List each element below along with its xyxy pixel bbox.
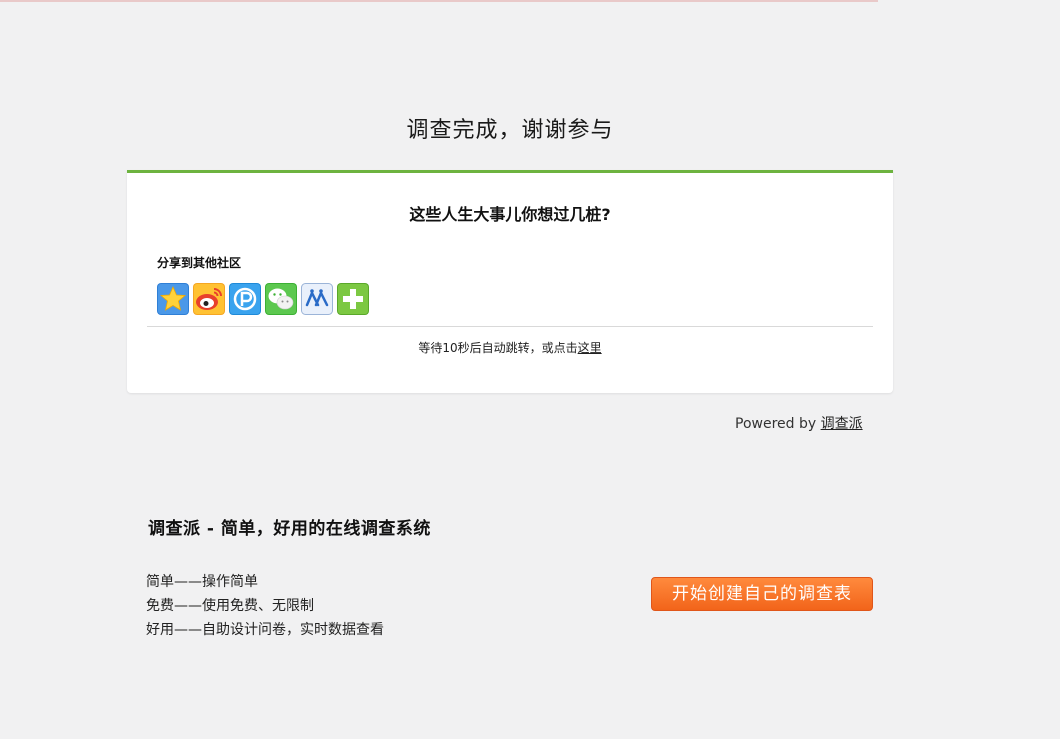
share-label: 分享到其他社区: [157, 256, 242, 270]
survey-title: 这些人生大事儿你想过几桩?: [409, 205, 611, 224]
weibo-icon[interactable]: [193, 283, 225, 315]
powered-by-text: Powered by: [735, 416, 821, 432]
wechat-icon[interactable]: [265, 283, 297, 315]
card-divider: [147, 326, 873, 327]
promo-title: 调查派 - 简单，好用的在线调查系统: [148, 519, 431, 539]
feature-list: 简单——操作简单 免费——使用免费、无限制 好用——自助设计问卷，实时数据查看: [146, 570, 384, 642]
powered-by: Powered by 调查派: [735, 413, 863, 433]
result-card: 这些人生大事儿你想过几桩? 分享到其他社区 等待10秒后自动跳转，或点击这里: [127, 170, 893, 393]
feature-item-useful: 好用——自助设计问卷，实时数据查看: [146, 622, 384, 638]
redirect-text: 等待10秒后自动跳转，或点击: [418, 341, 578, 355]
qzone-icon[interactable]: [157, 283, 189, 315]
feature-item-simple: 简单——操作简单: [146, 574, 258, 590]
pengyou-icon[interactable]: [229, 283, 261, 315]
top-border-line: [0, 0, 878, 2]
redirect-link[interactable]: 这里: [578, 341, 602, 355]
more-share-icon[interactable]: [337, 283, 369, 315]
renren-icon[interactable]: [301, 283, 333, 315]
page-title: 调查完成，谢谢参与: [406, 118, 614, 143]
redirect-notice: 等待10秒后自动跳转，或点击这里: [127, 339, 893, 356]
feature-item-free: 免费——使用免费、无限制: [146, 598, 314, 614]
create-survey-button[interactable]: 开始创建自己的调查表: [651, 577, 873, 611]
powered-by-link[interactable]: 调查派: [821, 416, 863, 432]
share-icon-row: [157, 283, 369, 315]
